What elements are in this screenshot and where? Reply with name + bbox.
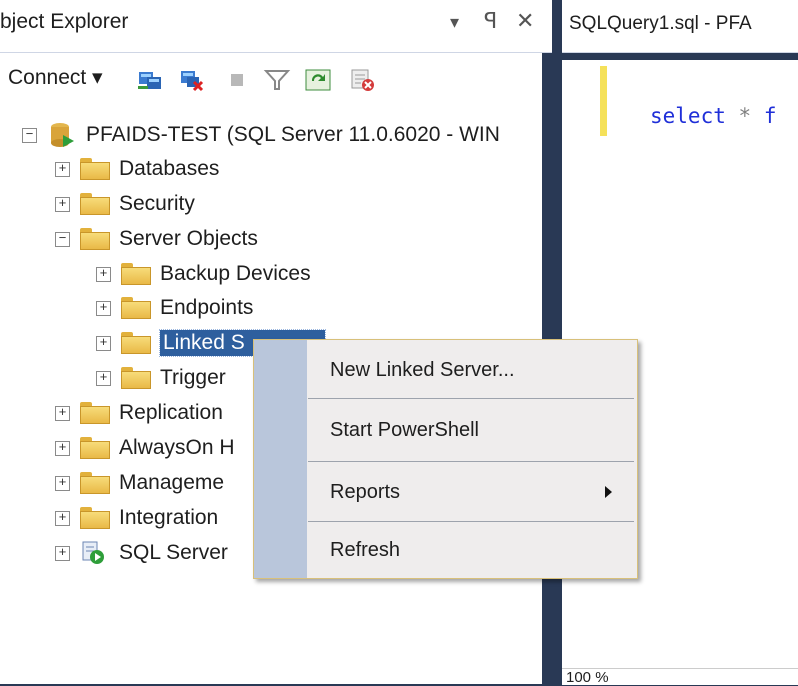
context-menu: New Linked Server... Start PowerShell Re… <box>253 339 638 579</box>
panel-title: bject Explorer <box>0 10 129 33</box>
folder-icon <box>80 472 110 494</box>
menu-item-refresh[interactable]: Refresh <box>307 526 637 576</box>
tree-node-label: Backup Devices <box>160 262 311 285</box>
tree-node-backup-devices[interactable]: + Backup Devices <box>96 257 311 291</box>
connect-server-icon[interactable] <box>136 68 164 92</box>
tree-node-security[interactable]: + Security <box>55 187 195 221</box>
collapse-icon[interactable]: − <box>22 127 37 143</box>
tree-node-label: Server Objects <box>119 227 258 250</box>
tree-node-label: PFAIDS-TEST (SQL Server 11.0.6020 - WIN <box>86 123 500 146</box>
menu-separator <box>308 521 634 522</box>
tree-node-label: Endpoints <box>160 296 254 319</box>
folder-icon <box>80 507 110 529</box>
tree-node-triggers[interactable]: + Trigger <box>96 361 226 395</box>
pin-icon[interactable]: ꟼ <box>484 8 497 34</box>
expand-icon[interactable]: + <box>55 196 70 212</box>
expand-icon[interactable]: + <box>55 475 70 491</box>
filter-icon[interactable] <box>263 68 291 92</box>
dropdown-icon[interactable]: ▾ <box>450 12 459 33</box>
tree-node-label: Manageme <box>119 471 225 494</box>
menu-item-new-linked-server[interactable]: New Linked Server... <box>307 346 637 396</box>
menu-item-label: Reports <box>330 481 401 503</box>
tab-title: SQLQuery1.sql - PFA <box>569 13 752 34</box>
menu-item-reports[interactable]: Reports <box>307 468 637 518</box>
sql-star: * <box>738 104 752 128</box>
sql-keyword-partial: f <box>763 104 777 128</box>
refresh-icon[interactable] <box>304 68 332 92</box>
menu-item-label: Start PowerShell <box>330 419 479 441</box>
expand-icon[interactable]: + <box>55 510 70 526</box>
folder-icon <box>121 263 151 285</box>
tree-node-integration[interactable]: + Integration <box>55 501 218 535</box>
tree-node-endpoints[interactable]: + Endpoints <box>96 291 253 325</box>
expand-icon[interactable]: + <box>55 405 70 421</box>
tree-node-label: SQL Server <box>119 541 228 564</box>
folder-icon <box>121 297 151 319</box>
submenu-arrow-icon <box>605 486 612 498</box>
object-explorer-titlebar: bject Explorer ▾ ꟼ ✕ <box>0 0 552 53</box>
object-explorer-toolbar: Connect ▾ <box>0 60 542 100</box>
close-icon[interactable]: ✕ <box>516 8 534 34</box>
tree-node-label: Databases <box>119 157 220 180</box>
sql-agent-icon <box>80 540 110 566</box>
tree-node-replication[interactable]: + Replication <box>55 396 223 430</box>
sql-keyword: select <box>650 104 726 128</box>
expand-icon[interactable]: + <box>96 335 111 351</box>
expand-icon[interactable]: + <box>96 266 111 282</box>
stop-icon[interactable] <box>230 73 244 87</box>
database-server-icon <box>47 122 77 148</box>
tree-node-databases[interactable]: + Databases <box>55 152 219 186</box>
expand-icon[interactable]: + <box>55 161 70 177</box>
folder-icon <box>121 332 151 354</box>
tree-node-label: Integration <box>119 506 219 529</box>
activity-monitor-icon[interactable] <box>348 68 376 92</box>
expand-icon[interactable]: + <box>96 300 111 316</box>
tree-node-label: Security <box>119 192 195 215</box>
disconnect-server-icon[interactable] <box>178 68 206 92</box>
menu-separator <box>308 461 634 462</box>
folder-icon <box>80 437 110 459</box>
collapse-icon[interactable]: − <box>55 231 70 247</box>
tree-node-label: Trigger <box>160 366 226 389</box>
menu-item-label: Refresh <box>330 539 401 561</box>
tab-sqlquery1[interactable]: SQLQuery1.sql - PFA <box>562 0 798 53</box>
tree-node-label: AlwaysOn H <box>119 436 235 459</box>
change-margin-indicator <box>600 66 607 136</box>
menu-icon-gutter <box>254 340 307 578</box>
folder-icon <box>80 193 110 215</box>
expand-icon[interactable]: + <box>55 545 70 561</box>
query-text[interactable]: select * f <box>650 104 776 128</box>
folder-icon <box>80 158 110 180</box>
tree-node-server[interactable]: − PFAIDS-TEST (SQL Server 11.0.6020 - WI… <box>22 118 500 152</box>
connect-button[interactable]: Connect ▾ <box>8 65 103 90</box>
folder-icon <box>80 228 110 250</box>
tree-node-management[interactable]: + Manageme <box>55 466 224 500</box>
zoom-select[interactable]: 100 % <box>566 669 609 686</box>
tree-node-alwayson[interactable]: + AlwaysOn H <box>55 431 235 465</box>
editor-statusbar: 100 % <box>562 668 798 686</box>
tree-node-sql-server-agent[interactable]: + SQL Server <box>55 536 228 570</box>
expand-icon[interactable]: + <box>96 370 111 386</box>
menu-item-start-powershell[interactable]: Start PowerShell <box>307 406 637 456</box>
folder-icon <box>121 367 151 389</box>
tree-node-label: Replication <box>119 401 223 424</box>
menu-separator <box>308 398 634 399</box>
menu-item-label: New Linked Server... <box>330 359 515 381</box>
expand-icon[interactable]: + <box>55 440 70 456</box>
folder-icon <box>80 402 110 424</box>
tree-node-server-objects[interactable]: − Server Objects <box>55 222 258 256</box>
